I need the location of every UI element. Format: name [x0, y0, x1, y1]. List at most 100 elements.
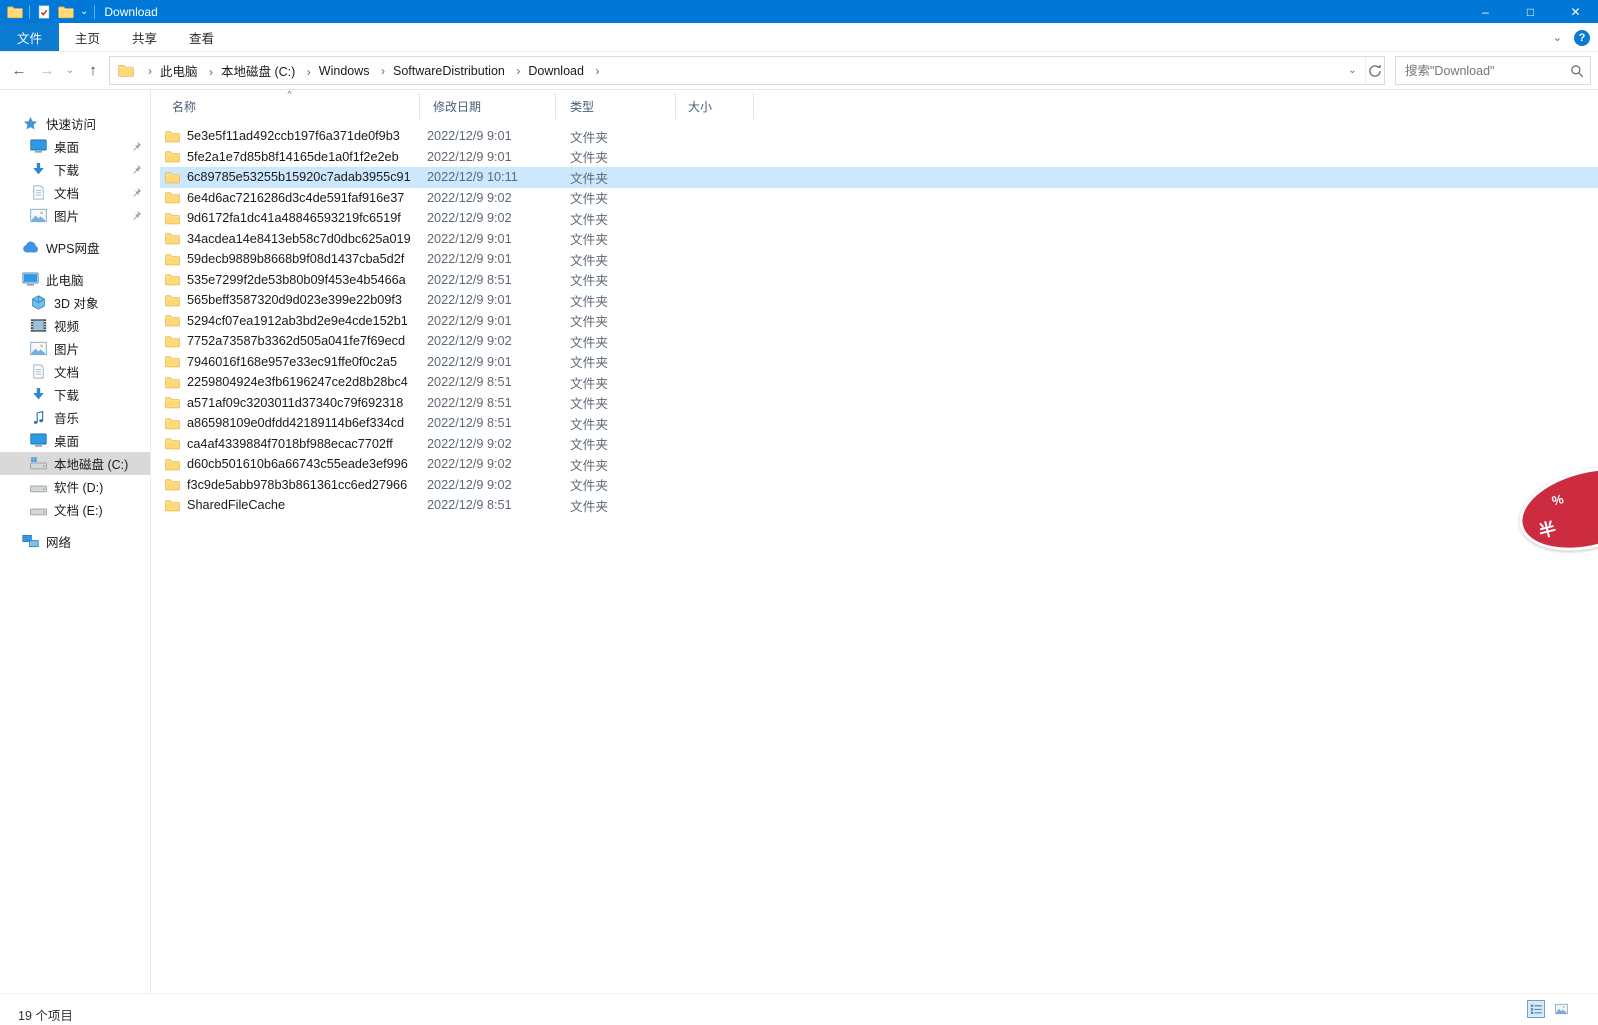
file-type: 文件夹: [556, 250, 676, 269]
close-button[interactable]: ✕: [1553, 0, 1598, 23]
sidebar-item[interactable]: 软件 (D:): [0, 475, 150, 498]
search-icon[interactable]: [1570, 64, 1584, 78]
file-row[interactable]: d60cb501610b6a66743c55eade3ef996 2022/12…: [160, 454, 1598, 475]
ribbon-tab-label: 查看: [189, 28, 214, 47]
app-folder-icon: [7, 5, 23, 19]
column-header-name[interactable]: 名称 ^: [160, 93, 420, 119]
sidebar-item[interactable]: 桌面: [0, 135, 150, 158]
minimize-button[interactable]: –: [1463, 0, 1508, 23]
folder-icon: [165, 355, 180, 368]
drive-c-icon: [30, 456, 47, 471]
file-row[interactable]: 6e4d6ac7216286d3c4de591faf916e37 2022/12…: [160, 188, 1598, 209]
search-input[interactable]: [1405, 64, 1570, 78]
file-row[interactable]: SharedFileCache 2022/12/9 8:51 文件夹: [160, 495, 1598, 516]
cube-icon: [30, 295, 47, 310]
file-row[interactable]: a571af09c3203011d37340c79f692318 2022/12…: [160, 393, 1598, 414]
new-folder-icon[interactable]: [58, 5, 74, 19]
ribbon-tab-label: 共享: [132, 28, 157, 47]
sidebar-item-network[interactable]: 网络: [0, 530, 150, 553]
location-folder-icon: [118, 64, 134, 77]
sidebar-item[interactable]: 文档 (E:): [0, 498, 150, 521]
file-type: 文件夹: [556, 311, 676, 330]
file-row[interactable]: 565beff3587320d9d023e399e22b09f3 2022/12…: [160, 290, 1598, 311]
file-date: 2022/12/9 9:01: [420, 314, 556, 328]
ribbon-tab[interactable]: 主页: [59, 23, 116, 51]
sidebar-item[interactable]: 下载: [0, 158, 150, 181]
address-dropdown-chevron-icon[interactable]: ⌄: [1340, 57, 1366, 84]
chevron-right-icon[interactable]: ›: [381, 64, 385, 78]
file-date: 2022/12/9 9:01: [420, 232, 556, 246]
thumbnail-view-button[interactable]: [1552, 1000, 1570, 1018]
sidebar-item-this-pc[interactable]: 此电脑: [0, 268, 150, 291]
sidebar-item[interactable]: 本地磁盘 (C:): [0, 452, 150, 475]
ribbon-tab[interactable]: 共享: [116, 23, 173, 51]
sidebar-item[interactable]: 文档: [0, 181, 150, 204]
maximize-button[interactable]: □: [1508, 0, 1553, 23]
details-view-button[interactable]: [1527, 1000, 1545, 1018]
chevron-right-icon[interactable]: ›: [209, 65, 213, 79]
chevron-right-icon[interactable]: ›: [516, 64, 520, 78]
up-button[interactable]: ↑: [80, 58, 106, 84]
sidebar-item-quick-access[interactable]: 快速访问: [0, 112, 150, 135]
folder-icon: [165, 499, 180, 512]
file-row[interactable]: a86598109e0dfdd42189114b6ef334cd 2022/12…: [160, 413, 1598, 434]
picture-icon: [30, 208, 47, 223]
file-name: 34acdea14e8413eb58c7d0dbc625a019: [187, 232, 411, 246]
breadcrumb-item[interactable]: SoftwareDistribution: [393, 64, 505, 78]
sidebar-item[interactable]: 文档: [0, 360, 150, 383]
chevron-right-icon[interactable]: ›: [307, 65, 311, 79]
customize-toolbar-chevron-icon[interactable]: ⌄: [80, 7, 88, 17]
column-header-date[interactable]: 修改日期: [420, 93, 556, 119]
sidebar-item[interactable]: 图片: [0, 204, 150, 227]
file-row[interactable]: 34acdea14e8413eb58c7d0dbc625a019 2022/12…: [160, 229, 1598, 250]
address-bar[interactable]: › 此电脑 › 本地磁盘 (C:) › Windows › SoftwareDi…: [109, 56, 1385, 85]
sidebar-item[interactable]: 图片: [0, 337, 150, 360]
breadcrumb-item[interactable]: 本地磁盘 (C:): [221, 65, 295, 79]
sidebar-item[interactable]: 下载: [0, 383, 150, 406]
breadcrumb-item[interactable]: 此电脑: [160, 65, 198, 79]
file-row[interactable]: 59decb9889b8668b9f08d1437cba5d2f 2022/12…: [160, 249, 1598, 270]
breadcrumb-item[interactable]: Windows: [319, 64, 370, 78]
column-header-type[interactable]: 类型: [556, 93, 676, 119]
sidebar-item-wps-cloud[interactable]: WPS网盘: [0, 236, 150, 259]
properties-icon[interactable]: [36, 5, 52, 19]
sidebar-item[interactable]: 音乐: [0, 406, 150, 429]
back-button[interactable]: ←: [6, 58, 32, 84]
column-header-size[interactable]: 大小: [676, 93, 754, 119]
refresh-icon[interactable]: [1366, 63, 1384, 79]
file-row[interactable]: 7752a73587b3362d505a041fe7f69ecd 2022/12…: [160, 331, 1598, 352]
sidebar-item[interactable]: 3D 对象: [0, 291, 150, 314]
collapse-ribbon-chevron-icon[interactable]: ⌄: [1553, 31, 1562, 44]
sidebar-label: 桌面: [54, 137, 79, 156]
file-name: 6c89785e53255b15920c7adab3955c91: [187, 170, 411, 184]
file-row[interactable]: f3c9de5abb978b3b861361cc6ed27966 2022/12…: [160, 475, 1598, 496]
file-type: 文件夹: [556, 475, 676, 494]
ribbon-tab[interactable]: 查看: [173, 23, 230, 51]
folder-icon: [165, 273, 180, 286]
file-row[interactable]: 5fe2a1e7d85b8f14165de1a0f1f2e2eb 2022/12…: [160, 147, 1598, 168]
file-name: ca4af4339884f7018bf988ecac7702ff: [187, 437, 393, 451]
breadcrumb-item[interactable]: Download: [528, 64, 584, 78]
file-row[interactable]: 2259804924e3fb6196247ce2d8b28bc4 2022/12…: [160, 372, 1598, 393]
file-row[interactable]: 9d6172fa1dc41a48846593219fc6519f 2022/12…: [160, 208, 1598, 229]
file-row[interactable]: 7946016f168e957e33ec91ffe0f0c2a5 2022/12…: [160, 352, 1598, 373]
help-icon[interactable]: ?: [1574, 30, 1590, 46]
file-list-pane: 名称 ^ 修改日期 类型 大小 5e3e5f11ad492ccb197f6a37…: [151, 90, 1598, 1024]
forward-button[interactable]: →: [34, 58, 60, 84]
file-name: 5fe2a1e7d85b8f14165de1a0f1f2e2eb: [187, 150, 399, 164]
file-name: 535e7299f2de53b80b09f453e4b5466a: [187, 273, 406, 287]
breadcrumb-segment: 此电脑 ›: [160, 61, 221, 80]
document-icon: [30, 364, 47, 379]
file-row[interactable]: ca4af4339884f7018bf988ecac7702ff 2022/12…: [160, 434, 1598, 455]
file-row[interactable]: 5294cf07ea1912ab3bd2e9e4cde152b1 2022/12…: [160, 311, 1598, 332]
file-name: 5e3e5f11ad492ccb197f6a371de0f9b3: [187, 129, 400, 143]
file-row[interactable]: 535e7299f2de53b80b09f453e4b5466a 2022/12…: [160, 270, 1598, 291]
file-row[interactable]: 5e3e5f11ad492ccb197f6a371de0f9b3 2022/12…: [160, 126, 1598, 147]
file-type: 文件夹: [556, 168, 676, 187]
sidebar-item[interactable]: 桌面: [0, 429, 150, 452]
recent-locations-chevron-icon[interactable]: ⌄: [62, 58, 78, 84]
sidebar-item[interactable]: 视频: [0, 314, 150, 337]
chevron-right-icon[interactable]: ›: [595, 64, 599, 78]
file-row[interactable]: 6c89785e53255b15920c7adab3955c91 2022/12…: [160, 167, 1598, 188]
ribbon-tab[interactable]: 文件: [0, 23, 59, 51]
